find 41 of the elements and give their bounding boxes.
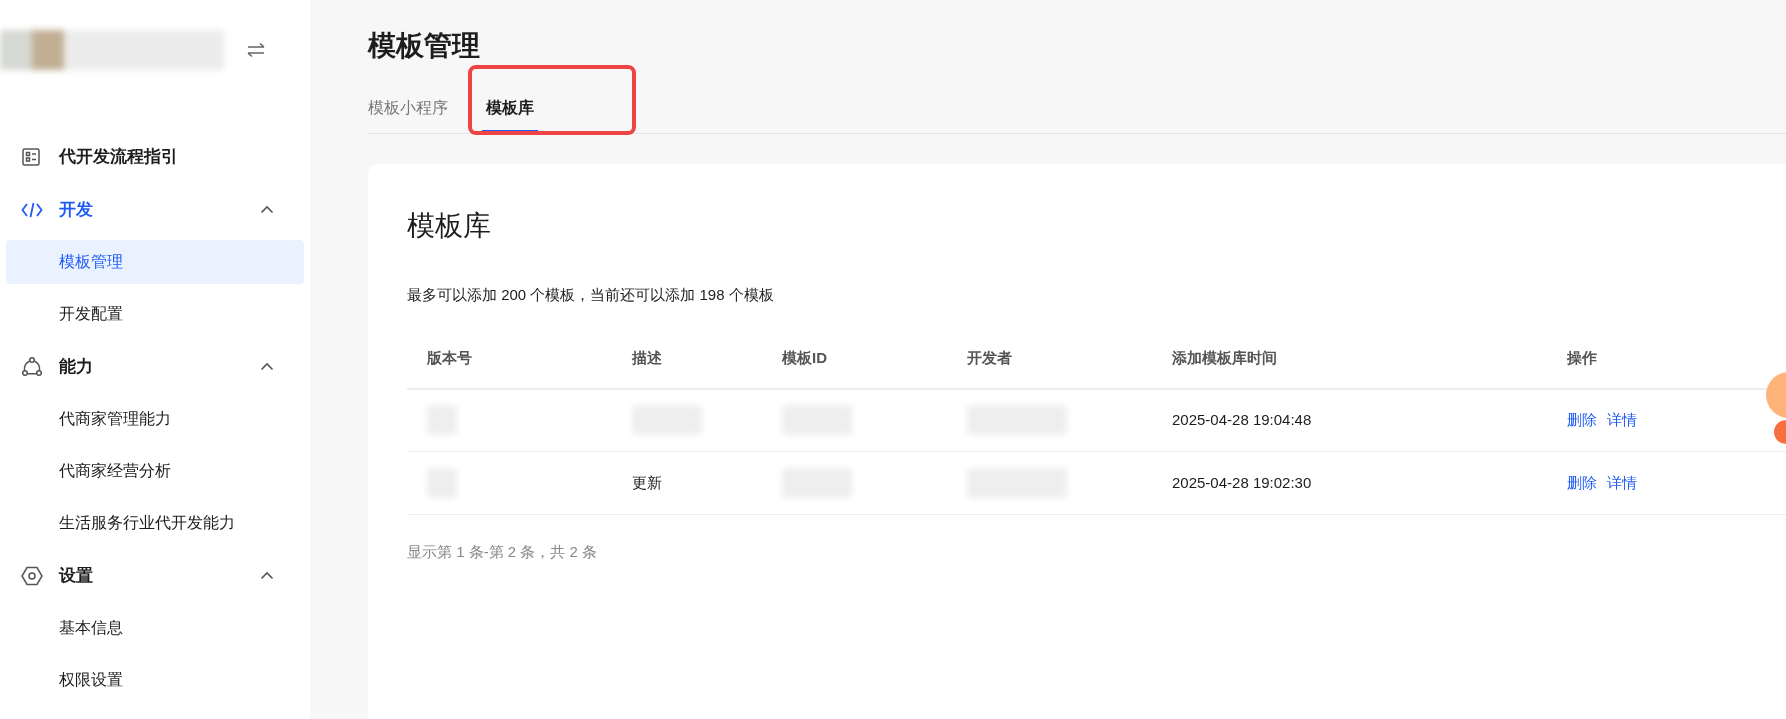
chevron-icon: [260, 362, 274, 371]
nav-section[interactable]: 设置: [0, 549, 310, 602]
chevron-icon: [260, 571, 274, 580]
nav-item[interactable]: 基本信息: [6, 606, 304, 650]
card-title: 模板库: [407, 209, 492, 243]
nav-section[interactable]: 代开发流程指引: [0, 130, 310, 183]
column-header: 描述: [632, 348, 662, 366]
tab[interactable]: 模板库: [482, 85, 538, 133]
table-cell: 更新: [632, 473, 662, 491]
nav-item[interactable]: 代商家经营分析: [6, 449, 304, 493]
nav-item[interactable]: 代商家管理能力: [6, 397, 304, 441]
nav-section[interactable]: 开发: [0, 183, 310, 236]
column-header: 添加模板库时间: [1172, 348, 1277, 366]
settings-icon: [21, 564, 43, 587]
nav-item[interactable]: 模板管理: [6, 240, 304, 284]
swap-icon[interactable]: [246, 42, 266, 58]
page-title: 模板管理: [368, 29, 481, 63]
nav-item[interactable]: 权限设置: [6, 658, 304, 702]
chevron-icon: [260, 205, 274, 214]
table-cell: 2025-04-28 19:04:48: [1172, 411, 1312, 428]
nav-item[interactable]: 生活服务行业代开发能力: [6, 501, 304, 545]
network-icon: [21, 355, 43, 378]
pagination-summary: 显示第 1 条-第 2 条，共 2 条: [407, 542, 599, 562]
nav-section-label: 能力: [59, 355, 94, 378]
action-link[interactable]: 详情: [1607, 409, 1637, 432]
nav-section-label: 代开发流程指引: [59, 145, 179, 168]
list-icon: [21, 146, 41, 167]
nav-section-label: 开发: [59, 198, 94, 221]
nav-item[interactable]: 开发配置: [6, 292, 304, 336]
action-link[interactable]: 删除: [1567, 409, 1597, 432]
table-cell: 2025-04-28 19:02:30: [1172, 473, 1312, 491]
column-header: 模板ID: [782, 348, 827, 366]
column-header: 开发者: [967, 348, 1012, 366]
column-header: 版本号: [427, 348, 472, 366]
quota-note: 最多可以添加 200 个模板，当前还可以添加 198 个模板: [407, 285, 775, 305]
nav-section[interactable]: 能力: [0, 340, 310, 393]
action-link[interactable]: 删除: [1567, 471, 1597, 495]
nav-section-label: 设置: [59, 564, 94, 587]
column-header: 操作: [1567, 348, 1597, 366]
tab[interactable]: 模板小程序: [368, 85, 448, 133]
action-link[interactable]: 详情: [1607, 471, 1637, 495]
